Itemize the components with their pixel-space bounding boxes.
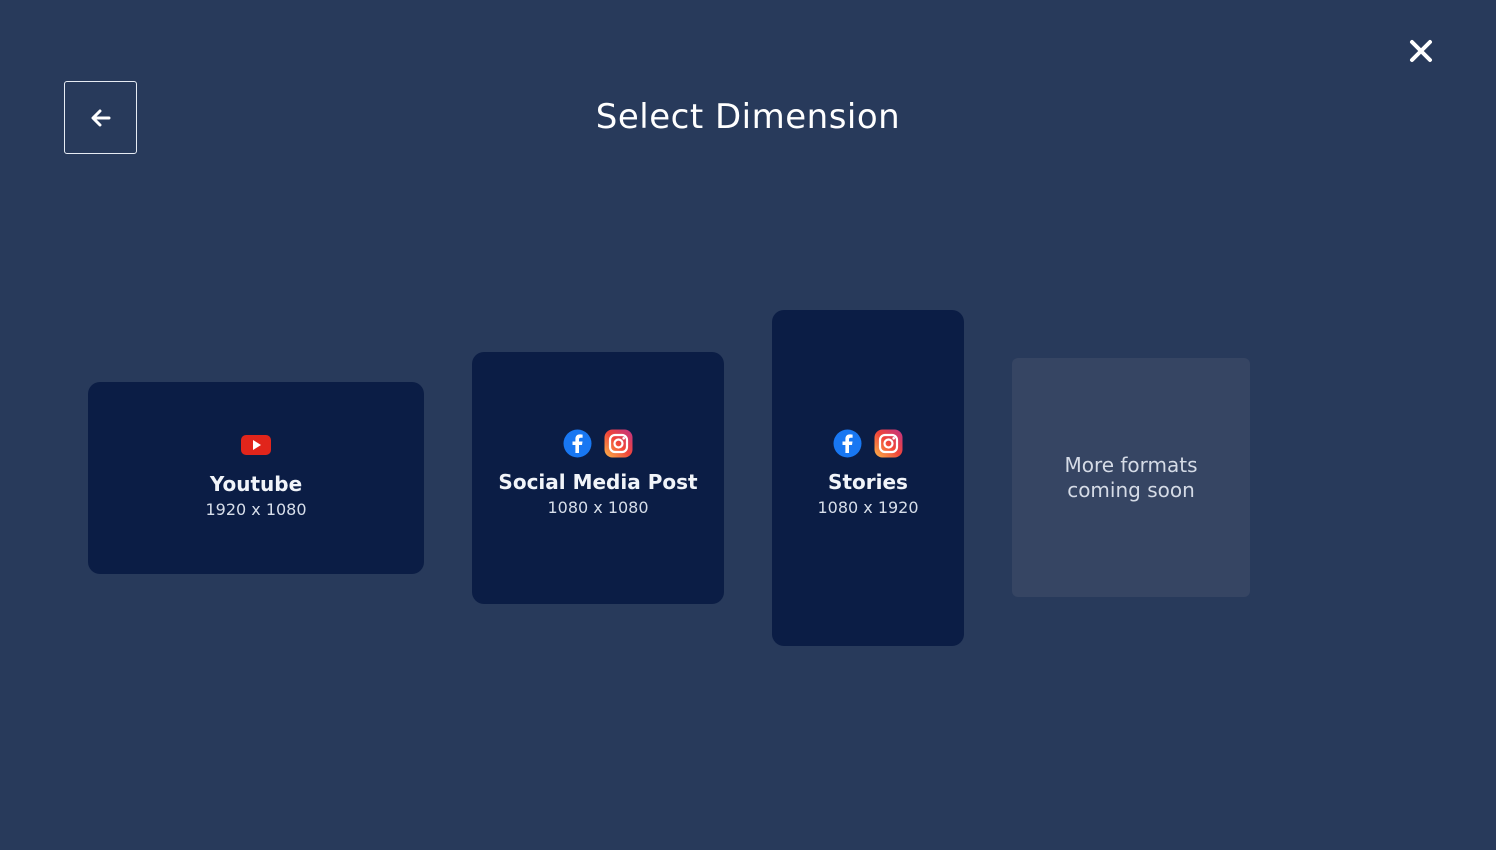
more-formats-line1: More formats [1064,453,1198,477]
social-media-post-card[interactable]: Social Media Post 1080 x 1080 [472,352,724,604]
close-icon [1410,40,1432,62]
close-button[interactable] [1404,34,1438,68]
youtube-card-icons [241,429,271,461]
youtube-card-title: Youtube [209,472,303,496]
stories-card-title: Stories [828,470,908,494]
more-formats-placeholder: More formats coming soon [1012,358,1250,597]
facebook-icon [563,429,592,457]
stories-card[interactable]: Stories 1080 x 1920 [772,310,964,646]
page-title: Select Dimension [595,97,901,137]
youtube-card[interactable]: Youtube 1920 x 1080 [88,382,424,574]
social-card-dimension: 1080 x 1080 [547,498,649,517]
instagram-icon [874,429,903,457]
stories-card-icons [833,427,903,459]
more-formats-line2: coming soon [1067,478,1195,502]
social-card-title: Social Media Post [498,470,698,494]
youtube-card-dimension: 1920 x 1080 [205,500,307,519]
social-card-icons [563,427,633,459]
instagram-icon [604,429,633,457]
youtube-icon [241,435,271,455]
stories-card-dimension: 1080 x 1920 [817,498,919,517]
facebook-icon [833,429,862,457]
